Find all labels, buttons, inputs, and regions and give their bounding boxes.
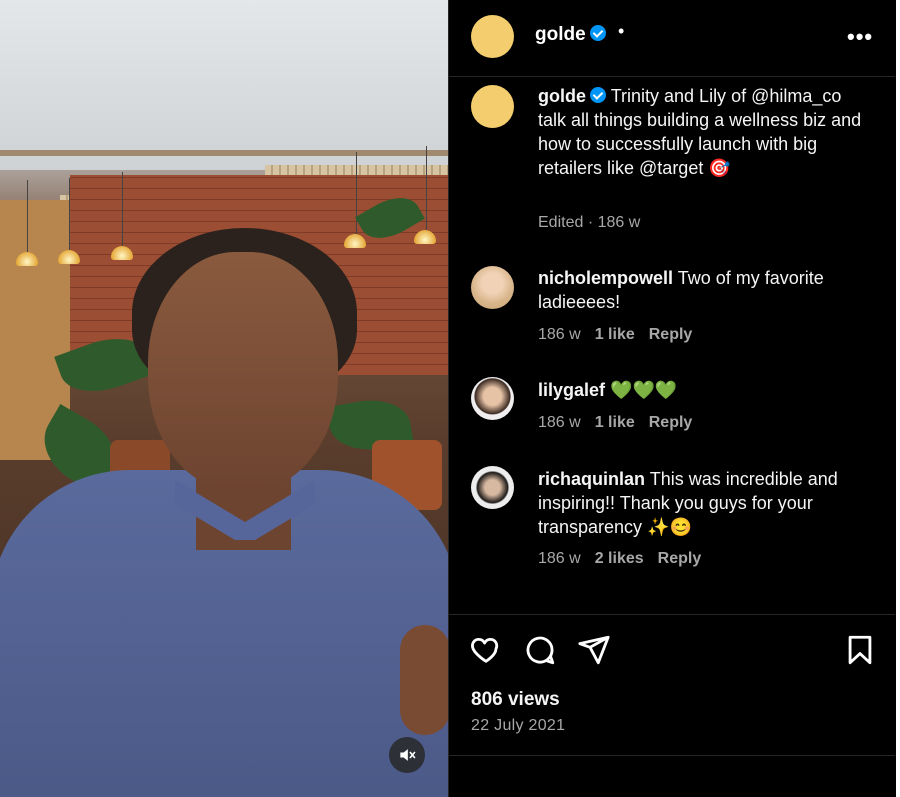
comment-age: 186 w (538, 326, 581, 343)
reply-button[interactable]: Reply (649, 414, 693, 431)
comment: nicholempowell Two of my favorite ladiee… (538, 266, 868, 314)
commenter-avatar[interactable] (471, 266, 514, 309)
commenter-avatar[interactable] (471, 466, 514, 509)
person-face (148, 252, 338, 492)
comment-age: 186 w (538, 550, 581, 567)
comment-meta: 186 w 1 like Reply (538, 326, 706, 344)
comment-meta: 186 w 2 likes Reply (538, 550, 715, 568)
comment: richaquinlan This was incredible and ins… (538, 467, 868, 539)
heart-icon[interactable] (469, 633, 503, 667)
post-date: 22 July 2021 (471, 717, 566, 734)
post-actions: 806 views 22 July 2021 (448, 614, 895, 756)
lamp-cord (426, 146, 427, 230)
reply-button[interactable]: Reply (649, 326, 693, 343)
lamp-cord (27, 180, 28, 252)
comment-username[interactable]: lilygalef (538, 380, 605, 400)
caption-avatar[interactable] (471, 85, 514, 128)
comment-username[interactable]: nicholempowell (538, 268, 673, 288)
post-modal: golde • ••• golde Trinity and Lily of @h… (0, 0, 900, 797)
view-count[interactable]: 806 views (471, 689, 560, 711)
author-avatar[interactable] (471, 15, 514, 58)
author-username[interactable]: golde (535, 24, 586, 45)
commenter-avatar[interactable] (471, 377, 514, 420)
mute-button[interactable] (389, 737, 425, 773)
reply-button[interactable]: Reply (658, 550, 702, 567)
video-backdrop (0, 0, 448, 170)
more-options-button[interactable]: ••• (847, 24, 873, 50)
post-header: golde • ••• (448, 0, 895, 77)
lamp-cord (69, 178, 70, 250)
comment-age: 186 w (538, 414, 581, 431)
bookmark-icon[interactable] (843, 633, 877, 667)
video-backdrop (0, 150, 448, 156)
caption-username[interactable]: golde (538, 86, 586, 106)
lamp-cord (122, 172, 123, 246)
caption-meta: Edited · 186 w (538, 214, 641, 231)
comment-text: 💚💚💚 (610, 380, 678, 400)
caption-text: Trinity and Lily of @hilma_co talk all t… (538, 86, 862, 178)
person-hand (400, 625, 448, 735)
author-username-row[interactable]: golde (535, 24, 606, 46)
post-video[interactable] (0, 0, 448, 797)
speaker-muted-icon (400, 749, 416, 761)
modal-edge (896, 0, 900, 797)
comment-likes[interactable]: 2 likes (595, 550, 644, 567)
verified-badge-icon (589, 24, 606, 41)
caption: golde Trinity and Lily of @hilma_co talk… (538, 84, 868, 180)
comment-input-area[interactable] (448, 755, 895, 797)
comment-bubble-icon[interactable] (523, 633, 557, 667)
verified-badge-icon (590, 87, 606, 104)
comment: lilygalef 💚💚💚 (538, 378, 868, 402)
comment-likes[interactable]: 1 like (595, 326, 635, 343)
post-sidebar: golde • ••• golde Trinity and Lily of @h… (448, 0, 896, 797)
header-separator: • (618, 21, 625, 41)
comment-meta: 186 w 1 like Reply (538, 414, 706, 432)
comments-list[interactable]: golde Trinity and Lily of @hilma_co talk… (448, 77, 895, 614)
comment-username[interactable]: richaquinlan (538, 469, 645, 489)
comment-likes[interactable]: 1 like (595, 414, 635, 431)
paper-plane-icon[interactable] (577, 633, 611, 667)
